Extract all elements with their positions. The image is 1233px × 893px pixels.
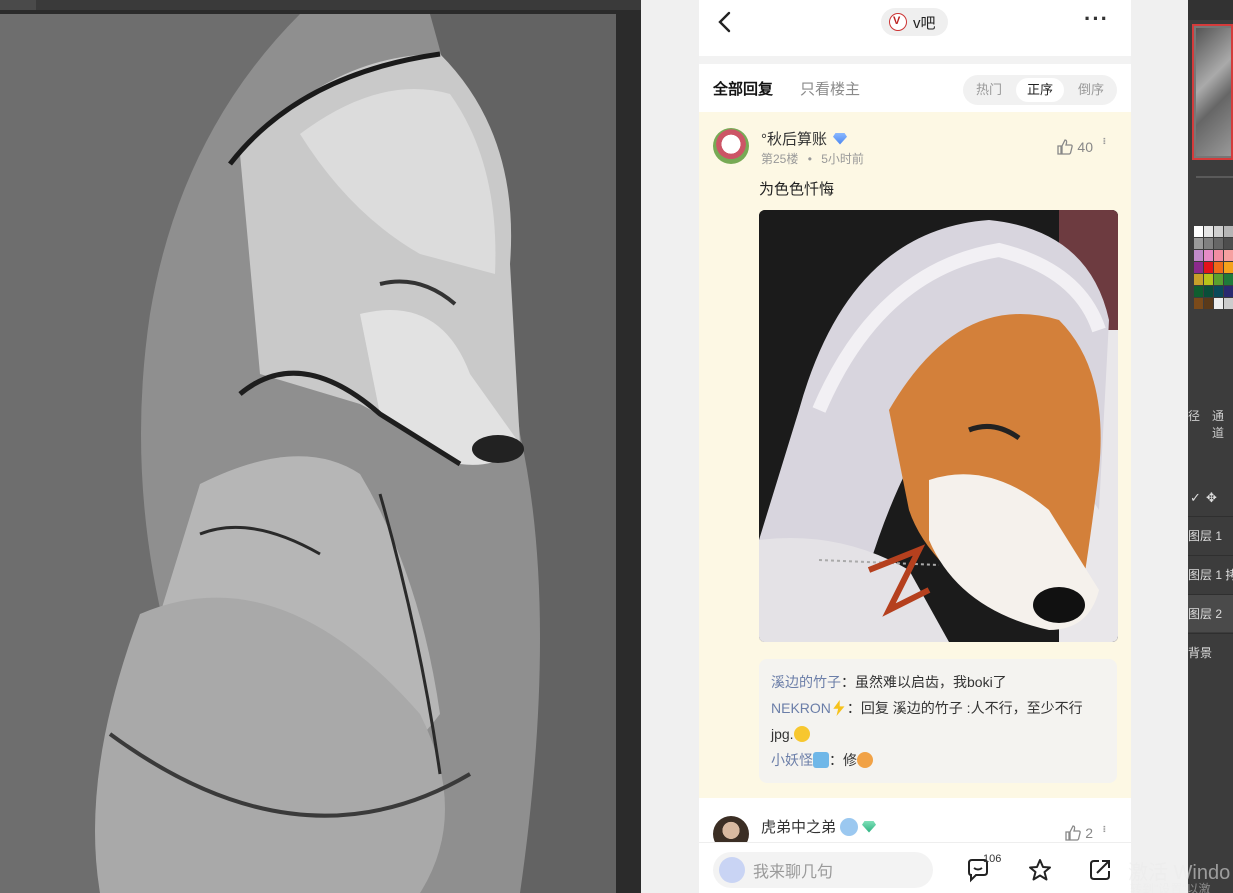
sort-ascending-button[interactable]: 正序 [1016,78,1064,102]
author-name[interactable]: 虎弟中之弟 [761,816,836,837]
tab-op-only[interactable]: 只看楼主 [800,78,860,99]
tab-channels[interactable]: 通道 [1212,407,1233,441]
lightning-emoji-icon [833,700,845,716]
like-count: 2 [1085,825,1093,841]
chevron-left-icon [718,11,731,33]
thumbnail-preview [1196,28,1231,156]
author-row: 虎弟中之弟 [761,816,877,837]
zzz-emoji-icon [813,752,829,768]
sort-hot-button[interactable]: 热门 [965,78,1013,102]
layer-name: 背景 [1188,646,1213,660]
sub-reply-nick[interactable]: NEKRON [771,700,831,716]
swatch-grid[interactable] [1194,226,1233,310]
navigator-thumbnail[interactable] [1192,24,1233,160]
back-button[interactable] [713,10,737,34]
bottom-action-bar: 我来聊几句 106 [699,842,1131,893]
thumbs-up-icon [1065,825,1081,841]
cat-emoji-icon [857,752,873,768]
share-arrow-icon [1090,860,1110,880]
reply-floor-25: °秋后算账 第25楼 • 5小时前 40 ··· 为色色忏悔 溪边的竹子：虽然难… [699,112,1131,798]
document-tab[interactable] [0,0,36,10]
reply-count-badge: 106 [983,853,1002,865]
like-button[interactable]: 40 [1056,138,1093,156]
tab-all-replies[interactable]: 全部回复 [713,78,773,99]
like-count: 40 [1077,139,1093,155]
fox-mask-sketch [0,14,616,893]
scream-emoji-icon [840,817,859,836]
sketch-canvas[interactable] [0,14,616,893]
sub-reply: 溪边的竹子：虽然难以启齿，我boki了 [771,669,1105,695]
sort-descending-button[interactable]: 倒序 [1067,78,1115,102]
layer-item[interactable]: 图层 1 [1188,516,1233,554]
move-icon[interactable]: ✥ [1206,490,1217,506]
layer-item-selected[interactable]: 图层 2 [1188,594,1233,632]
post-content: 为色色忏悔 [759,181,835,198]
windows-activation-subtext: 转到"设置"以激 [1130,882,1211,893]
forum-name: v吧 [913,14,936,32]
panel-tabs: 径 通道 [1188,404,1233,440]
reply-input[interactable]: 我来聊几句 [713,852,933,888]
forum-logo-icon [889,13,907,31]
post-meta: 第25楼 • 5小时前 [761,150,864,167]
layer-name: 图层 1 [1188,529,1223,543]
user-avatar-icon [719,857,745,883]
brush-icon[interactable]: ✓ [1190,490,1201,506]
gem-badge-icon [862,820,877,833]
share-button[interactable] [1087,857,1113,883]
tab-paths[interactable]: 径 [1188,407,1200,424]
post-more-icon[interactable]: ··· [1095,136,1113,143]
avatar[interactable] [713,128,749,164]
reply-filter-bar: 全部回复 只看楼主 热门 正序 倒序 [699,64,1131,112]
favorite-button[interactable] [1027,857,1053,883]
smile-emoji-icon [793,726,810,742]
forum-badge[interactable]: v吧 [881,8,948,36]
sort-segmented-control: 热门 正序 倒序 [963,75,1117,105]
sub-reply-nick[interactable]: 溪边的竹子 [771,674,841,690]
sub-reply: 小妖怪 ：修 [771,747,1105,773]
canvas-tabbar [0,0,641,10]
more-options-icon[interactable]: ··· [1084,6,1109,32]
author-name[interactable]: °秋后算账 [761,128,827,149]
sub-reply-text: ：虽然难以启齿，我boki了 [841,674,1007,690]
layer-tools: ✓ ✥ [1188,490,1233,512]
thumbs-up-icon [1057,139,1074,155]
sub-reply: NEKRON ：回复 溪边的竹子 :人不行，至少不行jpg. [771,695,1105,747]
sub-replies-box[interactable]: 溪边的竹子：虽然难以启齿，我boki了 NEKRON ：回复 溪边的竹子 :人不行… [759,659,1117,783]
zoom-slider[interactable] [1196,176,1233,178]
meta-separator: • [807,152,812,166]
like-button[interactable]: 2 [1064,824,1093,842]
post-time: 5小时前 [821,152,864,166]
divider [699,56,1131,64]
reply-placeholder: 我来聊几句 [753,864,834,881]
tieba-thread-screen: v吧 ··· 全部回复 只看楼主 热门 正序 倒序 °秋后算账 第25楼 • 5… [699,0,1131,893]
layer-name: 图层 2 [1188,607,1223,621]
author-row: °秋后算账 [761,128,847,149]
post-image[interactable] [759,210,1118,642]
star-icon [1029,859,1051,881]
post-more-icon[interactable]: ··· [1095,824,1113,831]
top-nav-bar: v吧 ··· [699,0,1131,56]
layer-item[interactable]: 背景 [1188,633,1233,671]
sub-reply-nick[interactable]: 小妖怪 [771,752,813,768]
layer-name: 图层 1 拷 [1188,568,1233,582]
vip-diamond-icon [833,132,847,145]
ps-side-panel: 径 通道 ✓ ✥ 图层 1 图层 1 拷 图层 2 背景 [1188,0,1233,893]
layer-item[interactable]: 图层 1 拷 [1188,555,1233,593]
sub-reply-text: ：修 [829,752,857,768]
floor-number: 第25楼 [761,152,799,166]
panel-header [1188,0,1233,20]
shiba-in-hood-image [759,210,1118,642]
ps-canvas-area[interactable] [0,0,641,893]
